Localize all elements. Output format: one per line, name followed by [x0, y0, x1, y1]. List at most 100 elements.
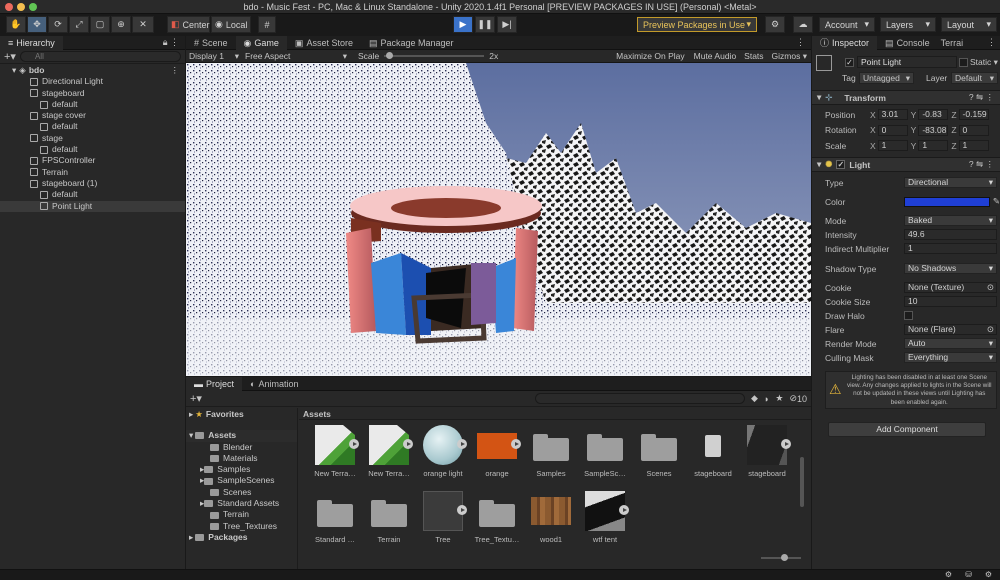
light-cookie-object-field[interactable]: None (Texture) ⊙ — [904, 282, 997, 294]
stats-toggle[interactable]: Stats — [740, 51, 767, 61]
asset-item[interactable]: wtf tent — [578, 491, 632, 553]
expand-asset-button[interactable] — [403, 439, 413, 449]
asset-item[interactable]: New Terra… — [308, 425, 362, 487]
tab-asset-store[interactable]: ▣ Asset Store — [287, 36, 361, 50]
play-button[interactable]: ▶ — [453, 16, 473, 33]
static-checkbox[interactable] — [959, 58, 968, 67]
light-flare-object-field[interactable]: None (Flare) ⊙ — [904, 324, 997, 336]
hierarchy-item[interactable]: default — [0, 189, 185, 200]
tab-hierarchy[interactable]: ≡ Hierarchy — [0, 35, 63, 50]
scale-tool-button[interactable]: ⤢ — [69, 16, 89, 33]
lock-icon[interactable]: 🔒︎ ⋮ — [163, 37, 179, 48]
asset-item[interactable]: orange — [470, 425, 524, 487]
assets-node[interactable]: ▾ Assets — [186, 430, 297, 442]
project-folder-item[interactable]: Blender — [186, 442, 297, 453]
component-menu-icon[interactable]: ? ⇋ ⋮ — [969, 159, 994, 170]
project-folder-item[interactable]: Scenes — [186, 487, 297, 498]
layers-dropdown[interactable]: Layers ▾ — [880, 17, 936, 32]
object-picker-icon[interactable]: ⊙ — [987, 283, 994, 292]
asset-item[interactable]: Terrain — [362, 491, 416, 553]
create-asset-button[interactable]: +▾ — [190, 392, 202, 405]
favorites-node[interactable]: ▸ ★ Favorites — [186, 409, 297, 420]
packages-node[interactable]: ▸ Packages — [186, 532, 297, 543]
thumbnail-size-handle[interactable] — [781, 554, 788, 561]
light-intensity-field[interactable]: 49.6 — [904, 229, 997, 241]
project-folder-item[interactable]: ▸ Standard Assets — [186, 498, 297, 509]
display-dropdown[interactable]: Display 1 ▾ — [186, 51, 242, 62]
hierarchy-item[interactable]: FPSController — [0, 155, 185, 166]
step-button[interactable]: ▶| — [497, 16, 517, 33]
transform-scale-y-field[interactable]: 1 — [918, 140, 949, 152]
asset-item[interactable]: Scenes — [632, 425, 686, 487]
tab-game[interactable]: ◉ Game — [235, 35, 287, 50]
project-search-input[interactable] — [535, 393, 745, 404]
expand-asset-button[interactable] — [349, 439, 359, 449]
transform-scale-x-field[interactable]: 1 — [877, 140, 908, 152]
hierarchy-item[interactable]: default — [0, 144, 185, 155]
account-dropdown[interactable]: Account ▾ — [819, 17, 875, 32]
transform-tool-button[interactable]: ⊕ — [111, 16, 131, 33]
transform-position-y-field[interactable]: -0.83 — [918, 109, 949, 121]
create-button[interactable]: +▾ — [4, 50, 16, 63]
project-folder-item[interactable]: ▸ Samples — [186, 464, 297, 475]
star-icon[interactable]: ★ — [775, 393, 783, 404]
expand-asset-button[interactable] — [619, 505, 629, 515]
asset-item[interactable]: New Terra… — [362, 425, 416, 487]
tab-project[interactable]: ▬ Project — [186, 376, 243, 391]
component-menu-icon[interactable]: ? ⇋ ⋮ — [969, 92, 994, 103]
hierarchy-item[interactable]: stageboard — [0, 88, 185, 99]
asset-item[interactable]: orange light — [416, 425, 470, 487]
transform-header[interactable]: ▾ ⊹ Transform ? ⇋ ⋮ — [812, 90, 1000, 105]
asset-item[interactable]: stageboard — [686, 425, 740, 487]
transform-position-x-field[interactable]: 3.01 — [877, 109, 908, 121]
thumbnail-size-slider[interactable] — [761, 554, 801, 561]
expand-asset-button[interactable] — [457, 505, 467, 515]
asset-item[interactable]: Samples — [524, 425, 578, 487]
object-picker-icon[interactable]: ⊙ — [987, 325, 994, 334]
light-type-dropdown[interactable]: Directional ▾ — [904, 177, 997, 189]
light-culling-dropdown[interactable]: Everything ▾ — [904, 352, 997, 364]
more-icon[interactable]: ⋮ — [171, 65, 180, 76]
filter-type-icon[interactable]: ◆ — [751, 393, 758, 404]
gizmos-dropdown[interactable]: Gizmos ▾ — [768, 51, 811, 62]
maximize-on-play-toggle[interactable]: Maximize On Play — [611, 51, 690, 61]
hierarchy-item[interactable]: Terrain — [0, 167, 185, 178]
rotate-tool-button[interactable]: ⟳ — [48, 16, 68, 33]
game-viewport[interactable] — [186, 63, 811, 376]
eyedropper-icon[interactable]: ✎ — [993, 196, 1000, 207]
asset-scrollbar[interactable] — [800, 457, 804, 507]
project-folder-item[interactable]: Tree_Textures — [186, 521, 297, 532]
transform-rotation-y-field[interactable]: -83.08 — [918, 124, 949, 136]
asset-item[interactable]: SampleSc… — [578, 425, 632, 487]
asset-item[interactable]: Tree — [416, 491, 470, 553]
add-component-button[interactable]: Add Component — [828, 422, 986, 437]
tab-inspector[interactable]: ⓘ Inspector — [812, 35, 878, 50]
hierarchy-item[interactable]: default — [0, 99, 185, 110]
active-checkbox[interactable]: ✓ — [845, 58, 854, 67]
more-icon[interactable]: ⋮ — [796, 37, 805, 48]
project-folder-item[interactable]: Materials — [186, 453, 297, 464]
cloud-button[interactable]: ☁ — [793, 16, 813, 33]
light-header[interactable]: ▾ ✺ ✓ Light ? ⇋ ⋮ — [812, 157, 1000, 172]
layer-dropdown[interactable]: Default ▾ — [951, 72, 998, 84]
layout-dropdown[interactable]: Layout ▾ — [941, 17, 997, 32]
draw-halo-checkbox[interactable] — [904, 311, 913, 321]
transform-scale-z-field[interactable]: 1 — [958, 140, 989, 152]
light-enabled-checkbox[interactable]: ✓ — [836, 160, 846, 169]
transform-position-z-field[interactable]: -0.159 — [958, 109, 989, 121]
transform-rotation-x-field[interactable]: 0 — [877, 124, 908, 136]
hierarchy-search-input[interactable]: All — [19, 51, 181, 62]
breadcrumb[interactable]: Assets — [299, 408, 811, 420]
hierarchy-item[interactable]: Directional Light — [0, 76, 185, 87]
project-folder-item[interactable]: ▸ SampleScenes — [186, 475, 297, 486]
hierarchy-item[interactable]: stage cover — [0, 110, 185, 121]
hierarchy-item[interactable]: Point Light — [0, 200, 185, 212]
pivot-center-toggle[interactable]: ◧ Center — [167, 16, 210, 33]
move-tool-button[interactable]: ✥ — [27, 16, 47, 33]
tab-package-manager[interactable]: ▤ Package Manager — [361, 36, 462, 50]
collab-button[interactable]: ⚙ — [765, 16, 785, 33]
hierarchy-item[interactable]: stage — [0, 133, 185, 144]
expand-asset-button[interactable] — [781, 439, 791, 449]
asset-item[interactable]: Tree_Textu… — [470, 491, 524, 553]
tab-terrain[interactable]: Terrai — [938, 36, 967, 50]
